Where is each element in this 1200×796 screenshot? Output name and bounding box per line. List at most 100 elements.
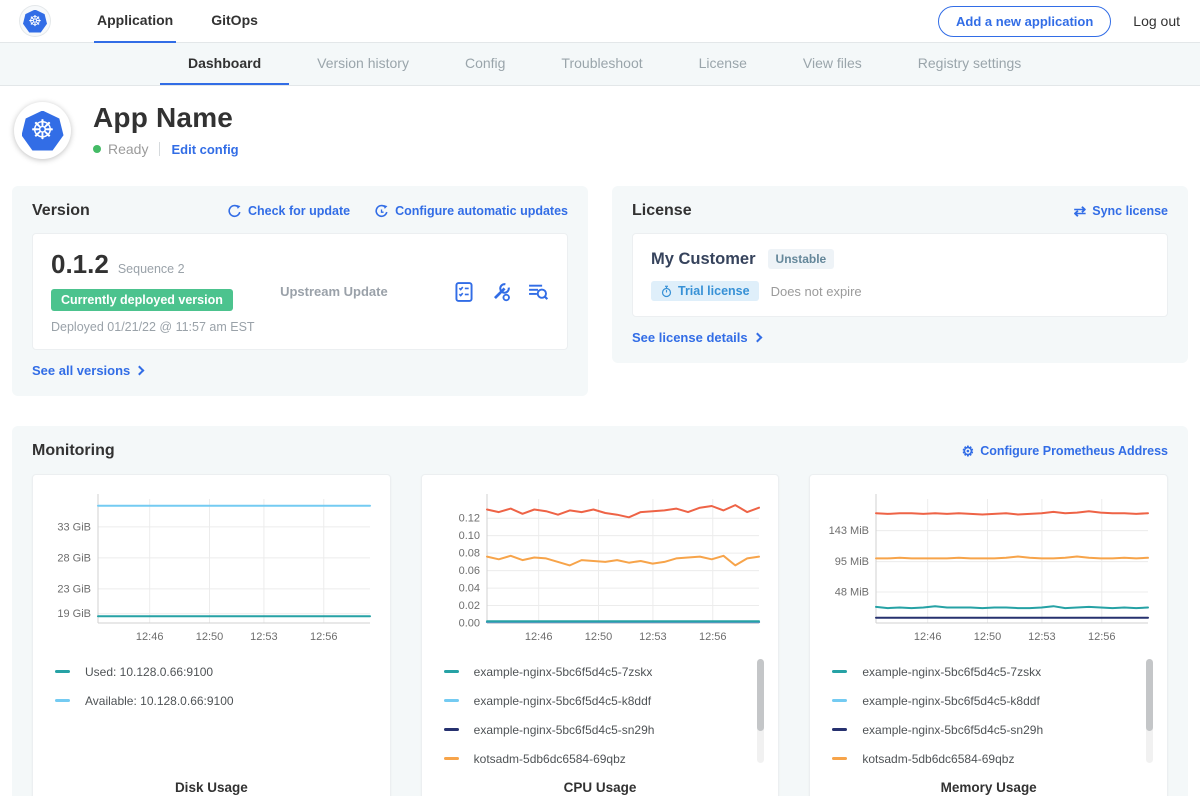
- schedule-update-icon: [374, 204, 389, 219]
- legend-color-dash: [832, 757, 847, 760]
- license-type-badge: Trial license: [651, 281, 759, 301]
- top-navbar: ☸ Application GitOps Add a new applicati…: [0, 0, 1200, 43]
- logout-link[interactable]: Log out: [1133, 13, 1180, 29]
- svg-text:12:50: 12:50: [585, 631, 613, 643]
- legend-label: example-nginx-5bc6f5d4c5-sn29h: [862, 723, 1043, 737]
- legend-color-dash: [832, 728, 847, 731]
- legend-label: example-nginx-5bc6f5d4c5-7zskx: [474, 665, 653, 679]
- svg-text:28 GiB: 28 GiB: [58, 552, 92, 564]
- svg-text:33 GiB: 33 GiB: [58, 521, 92, 533]
- legend-item: example-nginx-5bc6f5d4c5-k8ddf: [832, 686, 1155, 715]
- edit-config-icon[interactable]: [490, 281, 512, 303]
- svg-text:12:56: 12:56: [699, 631, 727, 643]
- chart-title: Memory Usage: [822, 780, 1155, 795]
- tab-config[interactable]: Config: [437, 43, 533, 85]
- topnav-tabs: Application GitOps: [94, 0, 293, 43]
- svg-text:12:56: 12:56: [310, 631, 338, 643]
- sync-license-button[interactable]: ⇄ Sync license: [1074, 204, 1168, 219]
- legend-item: kotsadm-5db6dc6584-69qbz: [832, 744, 1155, 773]
- tab-view-files[interactable]: View files: [775, 43, 890, 85]
- svg-text:0.02: 0.02: [459, 600, 480, 612]
- customer-name: My Customer: [651, 250, 756, 269]
- legend-color-dash: [444, 670, 459, 673]
- svg-text:0.12: 0.12: [459, 513, 480, 525]
- configure-prometheus-button[interactable]: ⚙ Configure Prometheus Address: [962, 444, 1168, 458]
- legend-color-dash: [55, 699, 70, 702]
- kubernetes-logo: ☸: [20, 6, 50, 36]
- disk-usage-legend: Used: 10.128.0.66:9100 Available: 10.128.…: [45, 657, 378, 776]
- stopwatch-icon: [660, 285, 673, 298]
- divider: [159, 142, 160, 156]
- legend-scrollbar[interactable]: [757, 659, 764, 763]
- svg-text:12:50: 12:50: [973, 631, 1001, 643]
- legend-item: example-nginx-5bc6f5d4c5-k8ddf: [444, 686, 767, 715]
- legend-color-dash: [832, 699, 847, 702]
- app-header: ☸ App Name Ready Edit config: [0, 86, 1200, 173]
- legend-label: kotsadm-5db6dc6584-69qbz: [862, 752, 1014, 766]
- svg-text:19 GiB: 19 GiB: [58, 608, 92, 620]
- sync-icon: ⇄: [1074, 204, 1087, 219]
- svg-text:0.06: 0.06: [459, 565, 480, 577]
- check-for-update-button[interactable]: Check for update: [227, 204, 350, 219]
- svg-text:48 MiB: 48 MiB: [834, 587, 868, 599]
- deployed-status-badge: Currently deployed version: [51, 289, 233, 311]
- legend-color-dash: [832, 670, 847, 673]
- app-subnav: Dashboard Version history Config Trouble…: [0, 43, 1200, 86]
- edit-config-link[interactable]: Edit config: [171, 142, 238, 157]
- chart-title: CPU Usage: [434, 780, 767, 795]
- license-card: License ⇄ Sync license My Customer Unsta…: [612, 186, 1188, 363]
- svg-text:12:46: 12:46: [525, 631, 553, 643]
- chevron-right-icon: [135, 366, 145, 376]
- svg-text:12:46: 12:46: [914, 631, 942, 643]
- legend-color-dash: [55, 670, 70, 673]
- refresh-icon: [227, 204, 242, 219]
- configure-automatic-updates-button[interactable]: Configure automatic updates: [374, 204, 568, 219]
- chevron-right-icon: [752, 333, 762, 343]
- svg-text:12:53: 12:53: [1028, 631, 1056, 643]
- svg-text:0.04: 0.04: [459, 583, 480, 595]
- svg-text:12:56: 12:56: [1088, 631, 1116, 643]
- tab-troubleshoot[interactable]: Troubleshoot: [533, 43, 670, 85]
- page-title: App Name: [93, 102, 239, 134]
- license-expiry: Does not expire: [771, 284, 862, 299]
- chart-title: Disk Usage: [45, 780, 378, 795]
- svg-text:12:53: 12:53: [639, 631, 667, 643]
- svg-text:12:46: 12:46: [136, 631, 164, 643]
- preflight-checks-icon[interactable]: [453, 281, 475, 303]
- legend-label: example-nginx-5bc6f5d4c5-7zskx: [862, 665, 1041, 679]
- gear-icon: ⚙: [962, 444, 975, 458]
- tab-version-history[interactable]: Version history: [289, 43, 437, 85]
- tab-registry-settings[interactable]: Registry settings: [890, 43, 1049, 85]
- tab-gitops[interactable]: GitOps: [208, 0, 261, 43]
- svg-text:0.08: 0.08: [459, 548, 480, 560]
- sequence-label: Sequence 2: [118, 262, 185, 276]
- cpu-usage-chart: 12:4612:5012:5312:560.000.020.040.060.08…: [435, 489, 765, 649]
- deployed-timestamp: Deployed 01/21/22 @ 11:57 am EST: [51, 320, 280, 334]
- legend-item: Available: 10.128.0.66:9100: [55, 686, 378, 715]
- legend-item: example-nginx-5bc6f5d4c5-7zskx: [444, 657, 767, 686]
- tab-application[interactable]: Application: [94, 0, 176, 43]
- legend-label: Available: 10.128.0.66:9100: [85, 694, 234, 708]
- memory-usage-chart-card: 12:4612:5012:5312:5648 MiB95 MiB143 MiB …: [809, 474, 1168, 796]
- svg-text:95 MiB: 95 MiB: [834, 556, 868, 568]
- legend-item: example-nginx-5bc6f5d4c5-7zskx: [832, 657, 1155, 686]
- svg-text:0.10: 0.10: [459, 530, 480, 542]
- version-source: Upstream Update: [280, 284, 453, 299]
- memory-usage-legend: example-nginx-5bc6f5d4c5-7zskx example-ng…: [822, 657, 1155, 776]
- see-all-versions-link[interactable]: See all versions: [32, 363, 143, 378]
- legend-label: example-nginx-5bc6f5d4c5-k8ddf: [474, 694, 651, 708]
- see-license-details-link[interactable]: See license details: [632, 330, 761, 345]
- legend-scrollbar[interactable]: [1146, 659, 1153, 763]
- tab-dashboard[interactable]: Dashboard: [160, 43, 289, 85]
- deploy-logs-icon[interactable]: [527, 281, 549, 303]
- tab-license[interactable]: License: [671, 43, 775, 85]
- legend-label: example-nginx-5bc6f5d4c5-sn29h: [474, 723, 655, 737]
- version-card-title: Version: [32, 202, 90, 220]
- legend-label: Used: 10.128.0.66:9100: [85, 665, 213, 679]
- add-new-application-button[interactable]: Add a new application: [938, 6, 1111, 37]
- kubernetes-wheel-icon: ☸: [30, 117, 54, 144]
- monitoring-title: Monitoring: [32, 442, 115, 460]
- legend-color-dash: [444, 757, 459, 760]
- disk-usage-chart-card: 12:4612:5012:5312:5619 GiB23 GiB28 GiB33…: [32, 474, 391, 796]
- app-status: Ready: [108, 141, 148, 157]
